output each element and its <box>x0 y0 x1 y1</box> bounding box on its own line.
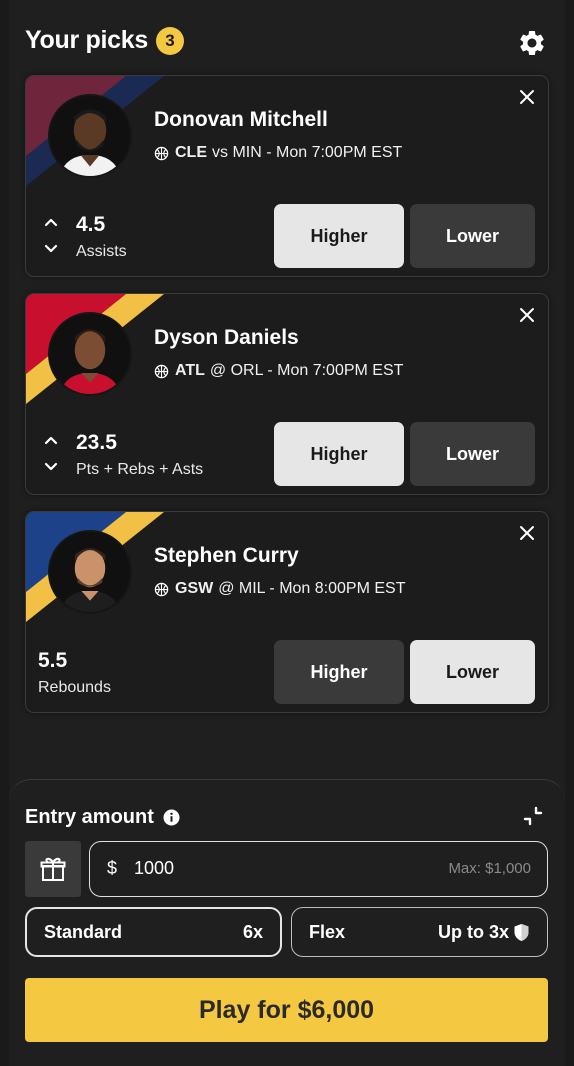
lower-button[interactable]: Lower <box>410 204 535 268</box>
entry-title: Entry amount <box>25 806 180 829</box>
standard-option[interactable]: Standard 6x <box>25 907 282 957</box>
lower-button[interactable]: Lower <box>410 640 535 704</box>
close-icon[interactable] <box>518 88 536 106</box>
higher-button[interactable]: Higher <box>274 204 404 268</box>
matchup-info: GSW @ MIL - Mon 8:00PM EST <box>154 580 405 598</box>
flex-label: Flex <box>309 921 346 942</box>
player-name: Stephen Curry <box>154 544 299 567</box>
matchup-text: @ ORL - Mon 7:00PM EST <box>209 362 404 379</box>
pick-card: Donovan Mitchell CLE vs MIN - Mon 7:00PM… <box>25 75 549 277</box>
gift-icon <box>40 857 66 881</box>
entry-amount-value: 1000 <box>134 858 175 878</box>
matchup-text: vs MIN - Mon 7:00PM EST <box>212 144 403 161</box>
stat-type: Rebounds <box>38 679 111 696</box>
close-icon[interactable] <box>518 306 536 324</box>
player-avatar <box>48 530 132 614</box>
chevron-up-icon <box>44 218 58 227</box>
matchup-info: ATL @ ORL - Mon 7:00PM EST <box>154 362 403 380</box>
team-abbr: CLE <box>175 144 207 161</box>
basketball-icon <box>154 146 169 160</box>
entry-title-label: Entry amount <box>25 806 154 828</box>
basketball-icon <box>154 582 169 596</box>
matchup-info: CLE vs MIN - Mon 7:00PM EST <box>154 144 402 162</box>
player-name: Donovan Mitchell <box>154 108 328 131</box>
play-button[interactable]: Play for $6,000 <box>25 978 548 1042</box>
player-avatar <box>48 94 132 178</box>
matchup-text: @ MIL - Mon 8:00PM EST <box>218 580 406 597</box>
flex-option[interactable]: Flex Up to 3x <box>291 907 548 957</box>
line-adjust-arrows[interactable] <box>44 216 58 256</box>
chevron-up-icon <box>44 436 58 445</box>
shield-icon <box>514 923 529 941</box>
higher-button[interactable]: Higher <box>274 640 404 704</box>
basketball-icon <box>154 364 169 378</box>
max-amount-hint: Max: $1,000 <box>448 860 531 877</box>
projection-line: 4.5 <box>76 213 106 236</box>
pick-card: Stephen Curry GSW @ MIL - Mon 8:00PM EST… <box>25 511 549 713</box>
team-abbr: ATL <box>175 362 205 379</box>
info-icon[interactable] <box>163 809 180 826</box>
player-name: Dyson Daniels <box>154 326 299 349</box>
stat-type: Pts + Rebs + Asts <box>76 461 204 478</box>
entry-amount-input[interactable]: $ 1000 Max: $1,000 <box>89 841 548 897</box>
pick-card: Dyson Daniels ATL @ ORL - Mon 7:00PM EST… <box>25 293 549 495</box>
picks-header: Your picks 3 <box>25 26 184 55</box>
standard-label: Standard <box>44 921 123 942</box>
stat-type: Assists <box>76 243 127 260</box>
collapse-icon[interactable] <box>523 806 543 826</box>
projection-line: 23.5 <box>76 431 117 454</box>
player-avatar <box>48 312 132 396</box>
line-adjust-arrows[interactable] <box>44 434 58 474</box>
close-icon[interactable] <box>518 524 536 542</box>
team-abbr: GSW <box>175 580 214 597</box>
flex-multiplier: Up to 3x <box>437 921 509 942</box>
projection-line: 5.5 <box>38 649 68 672</box>
chevron-down-icon <box>44 462 58 471</box>
gift-button[interactable] <box>25 841 81 897</box>
picks-count-badge: 3 <box>155 26 184 55</box>
gear-icon[interactable] <box>517 28 547 58</box>
page-title: Your picks <box>25 26 148 54</box>
higher-button[interactable]: Higher <box>274 422 404 486</box>
standard-multiplier: 6x <box>242 921 263 942</box>
chevron-down-icon <box>44 244 58 253</box>
lower-button[interactable]: Lower <box>410 422 535 486</box>
currency-symbol: $ <box>107 858 118 878</box>
entry-section: Entry amount $ 1000 Max: $1,000 Standard… <box>9 779 565 1066</box>
